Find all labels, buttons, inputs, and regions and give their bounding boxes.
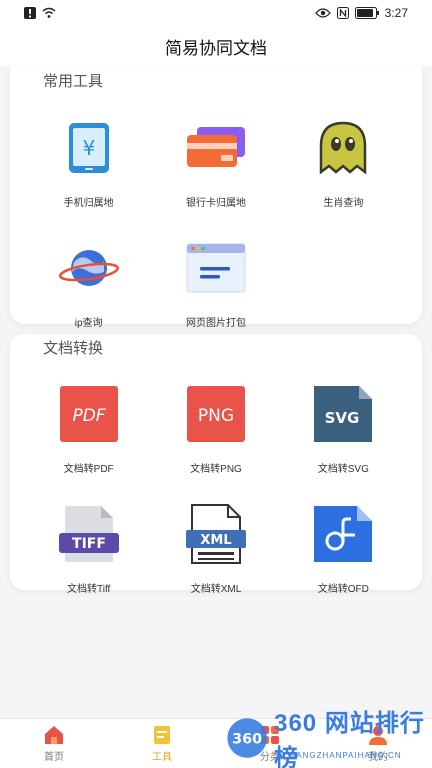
status-bar: 3:27	[0, 0, 432, 26]
tool-phone-location[interactable]: ¥ 手机归属地	[25, 104, 152, 224]
tool-label: 生肖查询	[323, 198, 364, 209]
convert-label: 文档转PNG	[190, 464, 242, 475]
eye-icon	[314, 8, 331, 18]
tool-ip-lookup[interactable]: ip查询	[25, 224, 152, 344]
png-file-icon: PNG	[184, 382, 248, 446]
tools-icon	[154, 726, 170, 744]
wifi-icon	[42, 7, 56, 18]
convert-svg[interactable]: SVG 文档转SVG	[280, 370, 407, 490]
tiff-badge: TIFF	[72, 536, 106, 552]
tab-label: 分类	[260, 752, 280, 763]
ofd-file-icon	[311, 502, 375, 566]
svg-badge: SVG	[325, 409, 360, 427]
tab-home[interactable]: 首页	[0, 719, 108, 768]
xml-file-icon: XML	[184, 502, 248, 566]
tiff-file-icon: TIFF	[57, 502, 121, 566]
convert-ofd[interactable]: 文档转OFD	[280, 490, 407, 610]
tab-label: 我的	[368, 752, 388, 763]
bottom-tab-bar: 首页 工具 分类 我的	[0, 718, 432, 768]
planet-icon	[57, 236, 121, 300]
battery-icon	[354, 7, 379, 19]
convert-label: 文档转XML	[190, 584, 242, 595]
pdf-badge: PDF	[72, 406, 105, 426]
tab-tools[interactable]: 工具	[108, 719, 216, 768]
status-right: 3:27	[314, 6, 408, 20]
tab-label: 首页	[44, 752, 64, 763]
tool-label: 银行卡归属地	[185, 198, 246, 209]
tab-profile[interactable]: 我的	[324, 719, 432, 768]
webpage-icon	[184, 236, 248, 300]
tool-webpage-pack[interactable]: 网页图片打包	[152, 224, 279, 344]
convert-pdf[interactable]: PDF 文档转PDF	[25, 370, 152, 490]
convert-label: 文档转SVG	[317, 464, 369, 475]
svg-text:¥: ¥	[82, 136, 95, 160]
convert-grid: PDF 文档转PDF PNG 文档转PNG SVG 文档转SVG TIFF 文档…	[25, 370, 407, 610]
convert-xml[interactable]: XML 文档转XML	[152, 490, 279, 610]
tool-zodiac[interactable]: 生肖查询	[280, 104, 407, 224]
category-icon	[261, 726, 279, 744]
convert-label: 文档转Tiff	[66, 584, 111, 595]
app-header: 简易协同文档	[0, 26, 432, 66]
tab-category[interactable]: 分类	[216, 719, 324, 768]
tool-label: ip查询	[74, 318, 103, 329]
status-left	[24, 7, 56, 19]
png-badge: PNG	[198, 406, 234, 426]
tools-card: 常用工具 ¥ 手机归属地 银行卡归属地 生肖查询 ip查询 网页图片打包	[10, 66, 422, 329]
home-icon	[45, 726, 63, 744]
svg-file-icon: SVG	[311, 382, 375, 446]
tab-label: 工具	[152, 752, 172, 763]
tool-label: 网页图片打包	[185, 318, 246, 329]
ghost-icon	[311, 116, 375, 180]
convert-png[interactable]: PNG 文档转PNG	[152, 370, 279, 490]
tool-bank-card[interactable]: 银行卡归属地	[152, 104, 279, 224]
convert-section-title: 文档转换	[43, 340, 104, 357]
convert-tiff[interactable]: TIFF 文档转Tiff	[25, 490, 152, 610]
page-title: 简易协同文档	[165, 38, 267, 58]
tools-section-title: 常用工具	[43, 73, 104, 90]
convert-card: 文档转换 PDF 文档转PDF PNG 文档转PNG SVG 文档转SVG TI…	[10, 334, 422, 595]
phone-yuan-icon: ¥	[57, 116, 121, 180]
convert-label: 文档转OFD	[317, 584, 369, 595]
profile-icon	[369, 726, 387, 745]
alert-icon	[24, 7, 36, 19]
tools-grid: ¥ 手机归属地 银行卡归属地 生肖查询 ip查询 网页图片打包	[25, 104, 407, 344]
pdf-file-icon: PDF	[57, 382, 121, 446]
tool-label: 手机归属地	[63, 198, 114, 209]
status-time: 3:27	[384, 6, 408, 20]
nfc-icon	[336, 7, 349, 19]
xml-badge: XML	[200, 533, 231, 548]
bank-card-icon	[184, 116, 248, 180]
convert-label: 文档转PDF	[63, 464, 114, 475]
